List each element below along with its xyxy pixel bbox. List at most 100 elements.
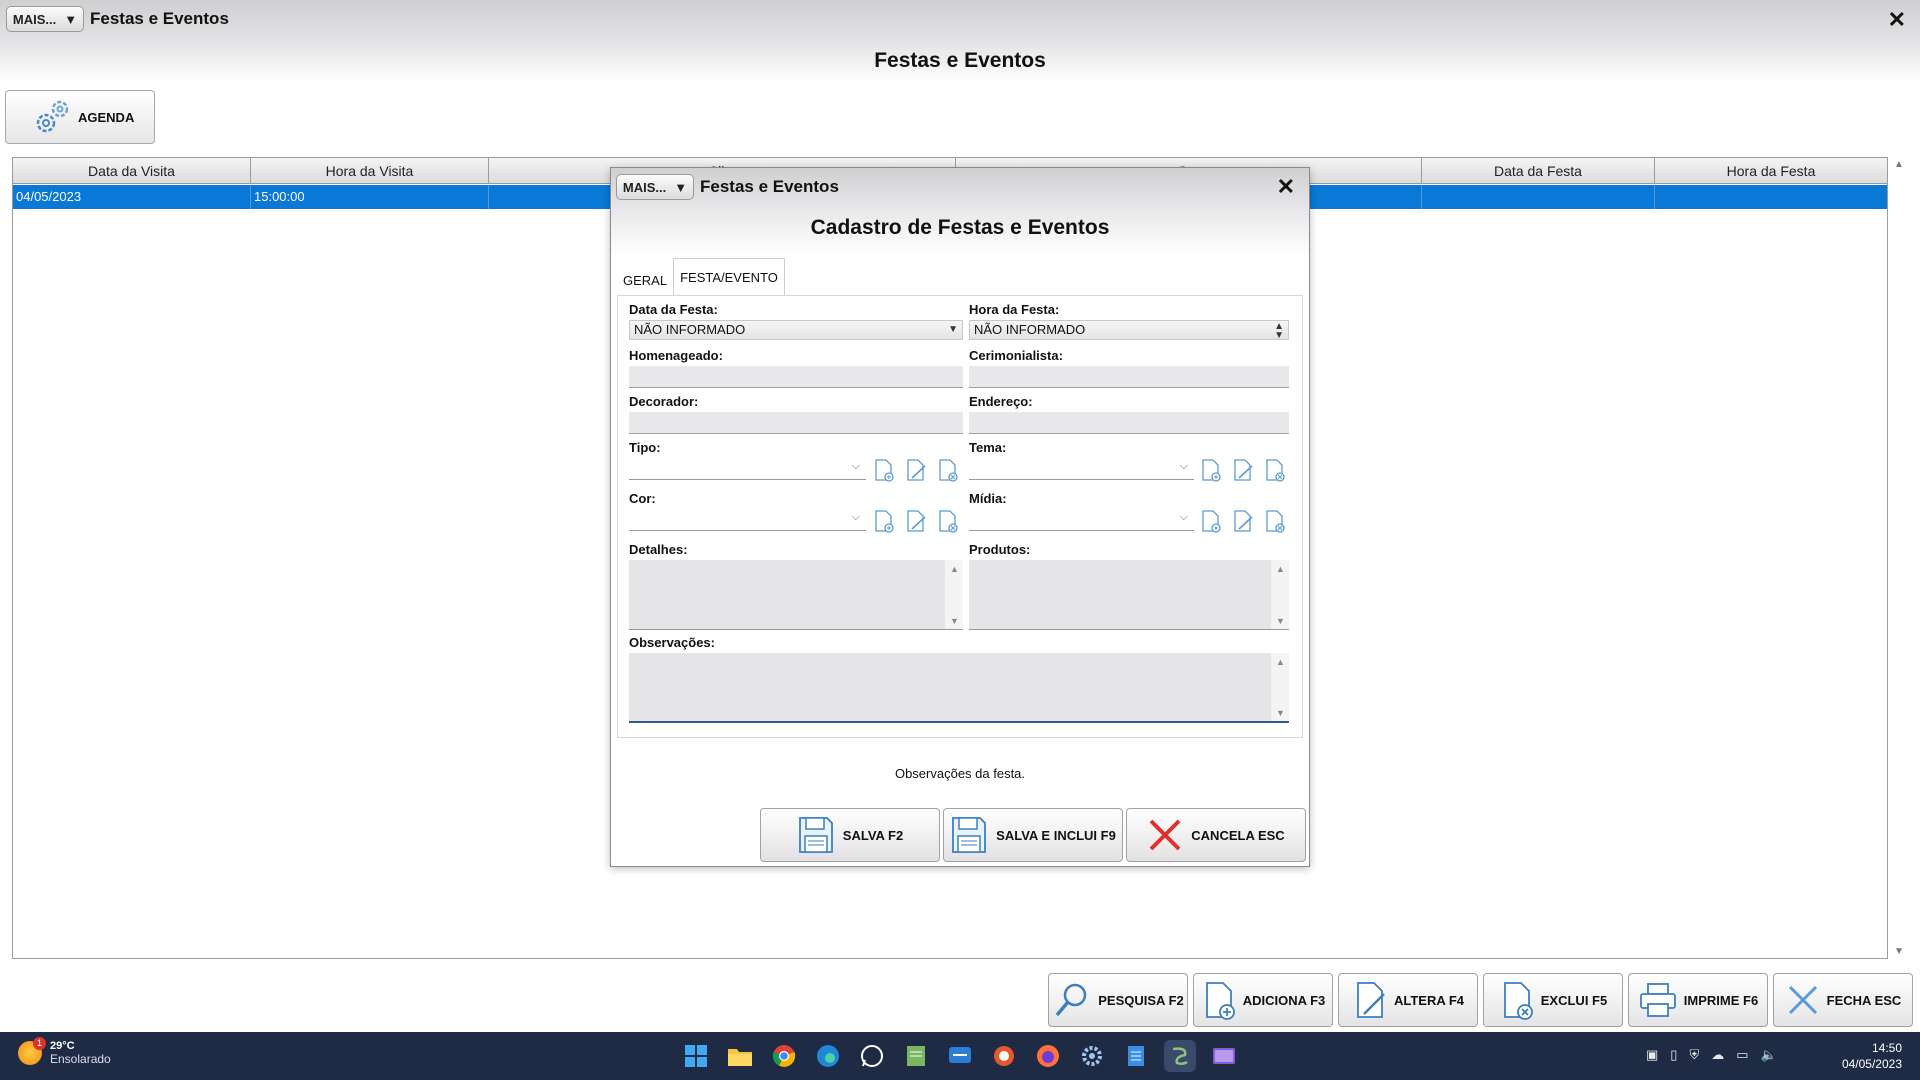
dialog-mais-button[interactable]: MAIS... ▼	[616, 174, 694, 200]
tipo-select[interactable]: ⌵	[629, 458, 866, 480]
edit-tema-icon[interactable]	[1232, 458, 1254, 482]
network-icon[interactable]: ▭	[1736, 1047, 1748, 1063]
detalhes-scrollbar[interactable]: ▲ ▼	[945, 560, 963, 629]
floppy-disk-icon	[952, 817, 987, 853]
cor-select[interactable]: ⌵	[629, 509, 866, 531]
spin-updown-icon: ▲ ▼	[1274, 321, 1284, 341]
adiciona-button[interactable]: ADICIONA F3	[1193, 973, 1333, 1027]
clock-time: 14:50	[1871, 1041, 1902, 1055]
edit-cor-icon[interactable]	[905, 509, 927, 533]
cerimonialista-field[interactable]	[969, 366, 1289, 388]
delete-cor-icon[interactable]	[937, 509, 959, 533]
dialog-close-icon[interactable]: ✕	[1277, 174, 1295, 200]
decorador-field[interactable]	[629, 412, 963, 434]
main-mais-button[interactable]: MAIS... ▼	[6, 6, 84, 32]
notepad-green-icon[interactable]	[900, 1040, 932, 1072]
fecha-label: FECHA ESC	[1826, 992, 1902, 1008]
chevron-down-icon: ⌵	[1179, 460, 1188, 472]
data-festa-picker[interactable]: NÃO INFORMADO ▼	[629, 320, 963, 340]
close-x-icon	[1788, 985, 1817, 1015]
main-window-title: Festas e Eventos	[90, 9, 229, 28]
grid-scrollbar[interactable]: ▲ ▼	[1888, 157, 1910, 959]
video-app-icon[interactable]	[1208, 1040, 1240, 1072]
agenda-button[interactable]: AGENDA	[5, 90, 155, 144]
cor-label: Cor:	[629, 491, 656, 506]
windows-start-icon[interactable]	[680, 1040, 712, 1072]
add-midia-icon[interactable]	[1200, 509, 1222, 533]
edit-midia-icon[interactable]	[1232, 509, 1254, 533]
notes-app-icon[interactable]	[1120, 1040, 1152, 1072]
homenageado-field[interactable]	[629, 366, 963, 388]
add-cor-icon[interactable]	[873, 509, 895, 533]
cancela-button[interactable]: CANCELA ESC	[1126, 808, 1306, 862]
cell-data-visita: 04/05/2023	[13, 185, 251, 209]
pesquisa-button[interactable]: PESQUISA F2	[1048, 973, 1188, 1027]
fecha-button[interactable]: FECHA ESC	[1773, 973, 1913, 1027]
volume-icon[interactable]: 🔈	[1761, 1047, 1777, 1063]
scroll-up-icon[interactable]: ▲	[1276, 564, 1285, 574]
remote-app-icon[interactable]	[944, 1040, 976, 1072]
chrome-icon[interactable]	[768, 1040, 800, 1072]
tema-label: Tema:	[969, 440, 1007, 455]
altera-button[interactable]: ALTERA F4	[1338, 973, 1478, 1027]
scroll-up-icon[interactable]: ▲	[1276, 657, 1285, 667]
observacoes-scrollbar[interactable]: ▲ ▼	[1271, 653, 1289, 721]
salva-inclui-button[interactable]: SALVA E INCLUI F9	[943, 808, 1123, 862]
data-festa-label: Data da Festa:	[629, 302, 718, 317]
produtos-scrollbar[interactable]: ▲ ▼	[1271, 560, 1289, 629]
main-titlebar: MAIS... ▼ Festas e Eventos ✕	[0, 0, 1920, 40]
settings-gear-icon[interactable]	[1076, 1040, 1108, 1072]
delete-tipo-icon[interactable]	[937, 458, 959, 482]
salva-button[interactable]: SALVA F2	[760, 808, 940, 862]
delete-midia-icon[interactable]	[1264, 509, 1286, 533]
gears-icon	[36, 100, 69, 133]
tab-festa-evento[interactable]: FESTA/EVENTO	[673, 258, 785, 296]
cadastro-dialog: MAIS... ▼ Festas e Eventos ✕ Cadastro de…	[610, 167, 1310, 867]
add-tema-icon[interactable]	[1200, 458, 1222, 482]
scroll-up-icon[interactable]: ▲	[1894, 159, 1904, 170]
clock[interactable]: 14:50 04/05/2023	[1842, 1040, 1902, 1072]
cloud-sync-icon[interactable]: ☁	[1711, 1047, 1724, 1063]
delete-tema-icon[interactable]	[1264, 458, 1286, 482]
scroll-down-icon[interactable]: ▼	[1276, 616, 1285, 626]
scroll-up-icon[interactable]: ▲	[950, 564, 959, 574]
scroll-down-icon[interactable]: ▼	[1894, 946, 1904, 957]
main-close-icon[interactable]: ✕	[1888, 7, 1906, 33]
scroll-down-icon[interactable]: ▼	[950, 616, 959, 626]
defender-shield-icon[interactable]: ⛨	[1689, 1047, 1699, 1063]
col-hora-festa[interactable]: Hora da Festa	[1655, 158, 1887, 183]
app-shield-icon[interactable]	[988, 1040, 1020, 1072]
dialog-heading: Cadastro de Festas e Eventos	[810, 216, 1110, 239]
tema-select[interactable]: ⌵	[969, 458, 1194, 480]
pesquisa-label: PESQUISA F2	[1098, 992, 1184, 1008]
endereco-field[interactable]	[969, 412, 1289, 434]
whatsapp-icon[interactable]	[856, 1040, 888, 1072]
firefox-icon[interactable]	[1032, 1040, 1064, 1072]
midia-select[interactable]: ⌵	[969, 509, 1194, 531]
weather-widget[interactable]: 1 29°C Ensolarado	[18, 1037, 111, 1066]
produtos-textarea[interactable]: ▲ ▼	[969, 560, 1289, 630]
scroll-down-icon[interactable]: ▼	[1276, 708, 1285, 718]
tray-app-icon[interactable]: ▣	[1646, 1047, 1658, 1063]
homenageado-label: Homenageado:	[629, 348, 723, 363]
col-data-festa[interactable]: Data da Festa	[1422, 158, 1655, 183]
add-tipo-icon[interactable]	[873, 458, 895, 482]
exclui-label: EXCLUI F5	[1540, 992, 1608, 1008]
edge-icon[interactable]	[812, 1040, 844, 1072]
observacoes-label: Observações:	[629, 635, 715, 650]
tab-geral[interactable]: GERAL	[617, 266, 673, 296]
salva-inclui-label: SALVA E INCLUI F9	[996, 827, 1116, 843]
hora-festa-spinner[interactable]: NÃO INFORMADO ▲ ▼	[969, 320, 1289, 341]
col-hora-visita[interactable]: Hora da Visita	[251, 158, 489, 183]
chevron-down-icon: ⌵	[851, 511, 860, 523]
exclui-button[interactable]: EXCLUI F5	[1483, 973, 1623, 1027]
erp-app-icon[interactable]	[1164, 1040, 1196, 1072]
file-explorer-icon[interactable]	[724, 1040, 756, 1072]
col-data-visita[interactable]: Data da Visita	[13, 158, 251, 183]
detalhes-textarea[interactable]: ▲ ▼	[629, 560, 963, 630]
detalhes-label: Detalhes:	[629, 542, 688, 557]
usb-icon[interactable]: ▯	[1670, 1047, 1677, 1063]
imprime-button[interactable]: IMPRIME F6	[1628, 973, 1768, 1027]
edit-tipo-icon[interactable]	[905, 458, 927, 482]
observacoes-textarea[interactable]: ▲ ▼	[629, 653, 1289, 723]
